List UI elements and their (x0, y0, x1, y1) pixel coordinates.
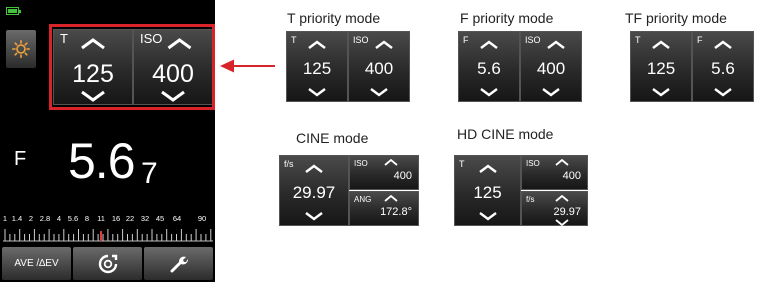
scale-label: 16 (111, 214, 121, 223)
panel-tile-small: f/s 29.97 (521, 191, 588, 226)
chevron-down-icon (305, 212, 323, 221)
tile-value: 400 (364, 59, 394, 78)
settings-button[interactable] (144, 247, 213, 280)
scale-label: 5.6 (67, 214, 79, 223)
f-priority-panel: F 5.6 ISO 400 (458, 31, 582, 102)
chevron-down-icon (714, 88, 732, 97)
panel-tile: T 125 (286, 31, 348, 102)
f-label: F (14, 148, 27, 170)
scale-label: 45 (155, 214, 165, 223)
tile-label: F (697, 35, 703, 45)
tile-value: 125 (473, 183, 502, 202)
scale-label: 4 (56, 214, 62, 223)
chevron-up-icon (652, 40, 670, 49)
panel-tile: F 5.6 (458, 31, 520, 102)
f-value-tenths: 7 (141, 157, 158, 190)
chevron-up-icon (554, 195, 569, 202)
chevron-up-icon (714, 40, 732, 49)
chevron-up-icon (305, 164, 323, 173)
chevron-down-icon (480, 88, 498, 97)
scale-label: 22 (125, 214, 135, 223)
panel-tile: ISO 400 (348, 31, 410, 102)
tile-label: f/s (526, 195, 535, 204)
tf-priority-title: TF priority mode (625, 10, 727, 26)
ave-ev-label: AVE /∆EV (14, 258, 59, 269)
scale-label: 2 (28, 214, 34, 223)
panel-tile-small: ISO 400 (349, 155, 419, 190)
panel-tile: f/s 29.97 (279, 155, 349, 226)
ambient-light-button[interactable] (6, 30, 36, 68)
tile-value: 172.8° (380, 206, 412, 218)
scale-label: 64 (172, 214, 182, 223)
chevron-down-icon (652, 88, 670, 97)
bottom-toolbar: AVE /∆EV (0, 247, 215, 282)
cine-panel: f/s 29.97 ISO 400 ANG 172.8° (279, 155, 419, 226)
chevron-up-icon (375, 40, 393, 49)
chevron-down-icon (554, 219, 569, 226)
tile-value: 29.97 (292, 183, 336, 202)
aperture-scale-labels: 1 1.4 2 2.8 4 5.6 8 11 16 22 32 45 64 90 (0, 214, 215, 226)
memory-reset-icon (98, 254, 117, 274)
tile-value: 125 (302, 59, 332, 78)
t-priority-panel: T 125 ISO 400 (286, 31, 410, 102)
tile-value: 5.6 (477, 59, 501, 78)
tile-label: f/s (284, 159, 294, 169)
ave-ev-button[interactable]: AVE /∆EV (2, 247, 71, 280)
tile-label: F (463, 35, 469, 45)
chevron-up-icon (478, 164, 497, 173)
tile-value: 125 (646, 59, 676, 78)
hd-cine-title: HD CINE mode (457, 126, 554, 142)
tile-value: 29.97 (553, 206, 581, 218)
tile-label: T (635, 35, 641, 45)
t-priority-title: T priority mode (287, 10, 381, 26)
tile-label: T (459, 159, 465, 169)
chevron-up-icon (480, 40, 498, 49)
f-priority-title: F priority mode (460, 10, 554, 26)
scale-label: 2.8 (39, 214, 51, 223)
scale-label: 8 (84, 214, 90, 223)
panel-tile: T 125 (630, 31, 692, 102)
chevron-up-icon (547, 40, 565, 49)
highlight-frame (49, 24, 215, 110)
chevron-up-icon (308, 40, 326, 49)
chevron-down-icon (370, 88, 388, 97)
f-value-main: 5.6 (68, 133, 136, 189)
pointer-arrow-icon (220, 59, 275, 73)
hd-cine-panel: T 125 ISO 400 f/s 29.97 (454, 155, 588, 226)
chevron-down-icon (542, 88, 560, 97)
tile-value: 5.6 (711, 59, 735, 78)
ambient-light-icon (12, 40, 30, 58)
tile-label: ISO (353, 35, 369, 45)
tile-label: ISO (525, 35, 541, 45)
scale-label: 32 (140, 214, 150, 223)
tile-label: ISO (526, 159, 540, 168)
tile-value: 400 (393, 170, 412, 182)
scale-label: 1.4 (11, 214, 23, 223)
chevron-up-icon (384, 159, 398, 166)
memory-button[interactable] (73, 247, 142, 280)
chevron-down-icon (478, 212, 497, 221)
tf-priority-panel: T 125 F 5.6 (630, 31, 754, 102)
chevron-up-icon (384, 195, 398, 202)
tile-label: ANG (354, 195, 372, 204)
cine-title: CINE mode (296, 130, 369, 146)
tile-label: ISO (354, 159, 368, 168)
chevron-up-icon (554, 159, 569, 166)
aperture-scale-ticks (3, 229, 213, 242)
battery-icon (6, 7, 21, 15)
panel-tile: ISO 400 (520, 31, 582, 102)
chevron-down-icon (308, 88, 326, 97)
wrench-icon (170, 256, 188, 273)
panel-tile-small: ANG 172.8° (349, 191, 419, 226)
scale-label: 11 (97, 214, 105, 223)
tile-label: T (291, 35, 297, 45)
tile-value: 400 (536, 59, 566, 78)
scale-label: 90 (197, 214, 207, 223)
scale-label: 1 (2, 214, 8, 223)
panel-tile: F 5.6 (692, 31, 754, 102)
tile-value: 400 (562, 170, 581, 182)
panel-tile: T 125 (454, 155, 521, 226)
panel-tile-small: ISO 400 (521, 155, 588, 190)
